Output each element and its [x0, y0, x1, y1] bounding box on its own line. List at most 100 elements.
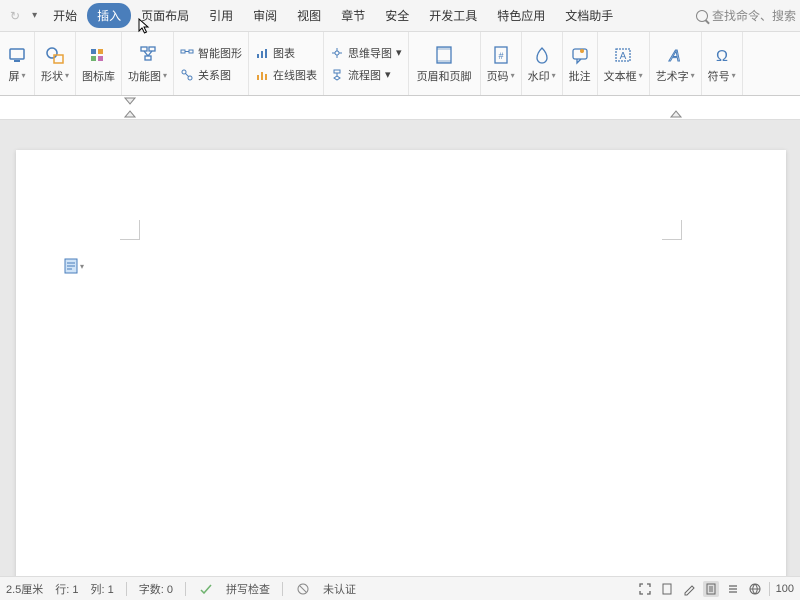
svg-text:A: A — [620, 51, 627, 62]
ribbon-wordart[interactable]: A 艺术字▾ — [650, 32, 702, 95]
chevron-down-icon: ▾ — [396, 46, 402, 59]
document-page[interactable]: ▾ — [16, 150, 786, 580]
tab-insert[interactable]: 插入 — [87, 3, 131, 28]
chart-icon — [255, 46, 269, 60]
status-page-info[interactable]: 2.5厘米 — [6, 581, 43, 597]
chevron-down-icon: ▾ — [65, 71, 69, 80]
mindmap-icon — [330, 46, 344, 60]
tab-review[interactable]: 审阅 — [243, 3, 287, 28]
search-placeholder: 查找命令、搜索 — [712, 7, 796, 24]
pagenum-icon: # — [490, 44, 512, 66]
wordart-icon: A — [664, 44, 686, 66]
ribbon-iconlib-label: 图标库 — [82, 68, 115, 84]
ribbon-pagenum-label: 页码 — [487, 68, 509, 84]
shape-icon — [44, 44, 66, 66]
first-line-indent-marker[interactable] — [124, 97, 136, 105]
chevron-down-icon: ▾ — [163, 71, 167, 80]
tab-references[interactable]: 引用 — [199, 3, 243, 28]
ribbon-watermark[interactable]: 水印▾ — [522, 32, 563, 95]
funcchart-icon — [137, 44, 159, 66]
online-chart-icon — [255, 68, 269, 82]
fullscreen-icon[interactable] — [637, 581, 653, 597]
menu-bar: ↻ ▾ 开始 插入 页面布局 引用 审阅 视图 章节 安全 开发工具 特色应用 … — [0, 0, 800, 32]
ribbon-insert: 屏▾ 形状▾ 图标库 功能图▾ 智能图形 关系图 图表 在线图表 思维导图▾ 流… — [0, 32, 800, 96]
tab-start[interactable]: 开始 — [43, 3, 87, 28]
chevron-down-icon: ▾ — [21, 71, 25, 80]
hanging-indent-marker[interactable] — [124, 110, 136, 118]
horizontal-ruler[interactable] — [0, 96, 800, 120]
separator — [282, 582, 283, 596]
ribbon-online-chart[interactable]: 在线图表 — [255, 67, 317, 83]
comment-icon — [569, 44, 591, 66]
chevron-down-icon: ▾ — [732, 71, 736, 80]
ribbon-screen-label: 屏 — [8, 68, 19, 84]
view-outline-icon[interactable] — [725, 581, 741, 597]
status-zoom[interactable]: 100 — [776, 583, 794, 595]
command-search[interactable]: 查找命令、搜索 — [696, 7, 796, 24]
tab-chapter[interactable]: 章节 — [331, 3, 375, 28]
ribbon-funcchart[interactable]: 功能图▾ — [122, 32, 174, 95]
flowchart-icon — [330, 68, 344, 82]
ribbon-header-footer[interactable]: 页眉和页脚 — [409, 32, 481, 95]
watermark-icon — [531, 44, 553, 66]
tab-page-layout[interactable]: 页面布局 — [131, 3, 199, 28]
symbol-icon: Ω — [711, 44, 733, 66]
ribbon-mindmap[interactable]: 思维导图▾ — [330, 45, 402, 61]
status-wordcount[interactable]: 字数: 0 — [139, 581, 173, 597]
ribbon-smartart[interactable]: 智能图形 — [180, 45, 242, 61]
search-icon — [696, 10, 708, 22]
right-indent-marker[interactable] — [670, 110, 682, 118]
ribbon-iconlib[interactable]: 图标库 — [76, 32, 122, 95]
margin-corner-tr — [662, 220, 682, 240]
ribbon-col-chart: 图表 在线图表 — [249, 32, 324, 95]
status-bar: 2.5厘米 行: 1 列: 1 字数: 0 拼写检查 未认证 100 — [0, 576, 800, 600]
ribbon-relation[interactable]: 关系图 — [180, 67, 242, 83]
ribbon-textbox-label: 文本框 — [604, 68, 637, 84]
ribbon-header-footer-label: 页眉和页脚 — [417, 68, 472, 84]
section-nav-icon[interactable]: ▾ — [64, 258, 84, 274]
view-print-icon[interactable] — [659, 581, 675, 597]
screen-icon — [6, 44, 28, 66]
status-col[interactable]: 列: 1 — [91, 581, 114, 597]
redo-icon[interactable]: ↻ — [4, 9, 26, 23]
ribbon-col-mind: 思维导图▾ 流程图▾ — [324, 32, 409, 95]
ribbon-pagenum[interactable]: # 页码▾ — [481, 32, 522, 95]
ribbon-shape-label: 形状 — [41, 68, 63, 84]
chevron-down-icon: ▾ — [511, 71, 515, 80]
view-edit-icon[interactable] — [681, 581, 697, 597]
chevron-down-icon: ▾ — [691, 71, 695, 80]
ribbon-textbox[interactable]: A 文本框▾ — [598, 32, 650, 95]
ribbon-flowchart[interactable]: 流程图▾ — [330, 67, 402, 83]
margin-corner-tl — [120, 220, 140, 240]
chevron-down-icon: ▾ — [552, 71, 556, 80]
qa-dropdown-icon[interactable]: ▾ — [26, 10, 43, 21]
ribbon-screen[interactable]: 屏▾ — [0, 32, 35, 95]
status-spellcheck[interactable]: 拼写检查 — [226, 581, 270, 597]
ribbon-wordart-label: 艺术字 — [656, 68, 689, 84]
ribbon-shape[interactable]: 形状▾ — [35, 32, 76, 95]
auth-icon — [295, 581, 311, 597]
tab-security[interactable]: 安全 — [375, 3, 419, 28]
chevron-down-icon: ▾ — [385, 68, 391, 81]
view-web-icon[interactable] — [747, 581, 763, 597]
status-line[interactable]: 行: 1 — [55, 581, 78, 597]
spellcheck-icon — [198, 581, 214, 597]
ribbon-symbol[interactable]: Ω 符号▾ — [702, 32, 743, 95]
tab-dev-tools[interactable]: 开发工具 — [419, 3, 487, 28]
view-page-icon[interactable] — [703, 581, 719, 597]
svg-text:Ω: Ω — [716, 48, 728, 65]
ribbon-symbol-label: 符号 — [708, 68, 730, 84]
chevron-down-icon: ▾ — [639, 71, 643, 80]
textbox-icon: A — [612, 44, 634, 66]
tab-special-apps[interactable]: 特色应用 — [487, 3, 555, 28]
ribbon-funcchart-label: 功能图 — [128, 68, 161, 84]
separator — [185, 582, 186, 596]
svg-text:A: A — [669, 48, 681, 65]
relation-icon — [180, 68, 194, 82]
tab-doc-assistant[interactable]: 文档助手 — [555, 3, 623, 28]
ribbon-comment[interactable]: 批注 — [563, 32, 598, 95]
tab-view[interactable]: 视图 — [287, 3, 331, 28]
status-auth[interactable]: 未认证 — [323, 581, 356, 597]
ribbon-chart[interactable]: 图表 — [255, 45, 317, 61]
smartart-icon — [180, 46, 194, 60]
